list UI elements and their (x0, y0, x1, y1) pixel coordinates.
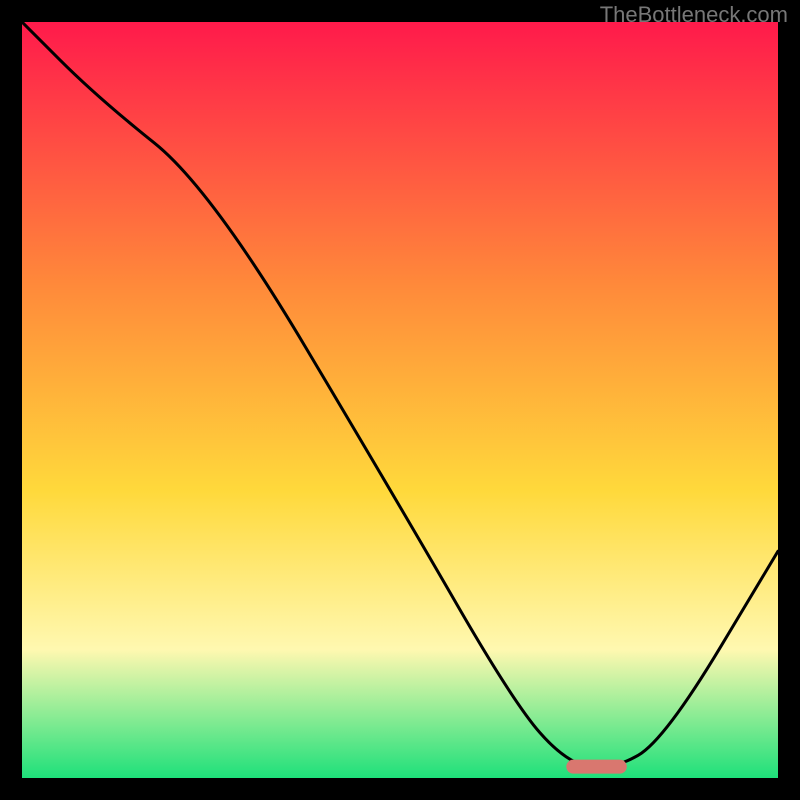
chart-frame (22, 22, 778, 778)
bottleneck-chart (22, 22, 778, 778)
highlight-marker (566, 760, 626, 774)
chart-background (22, 22, 778, 778)
watermark-text: TheBottleneck.com (600, 2, 788, 28)
